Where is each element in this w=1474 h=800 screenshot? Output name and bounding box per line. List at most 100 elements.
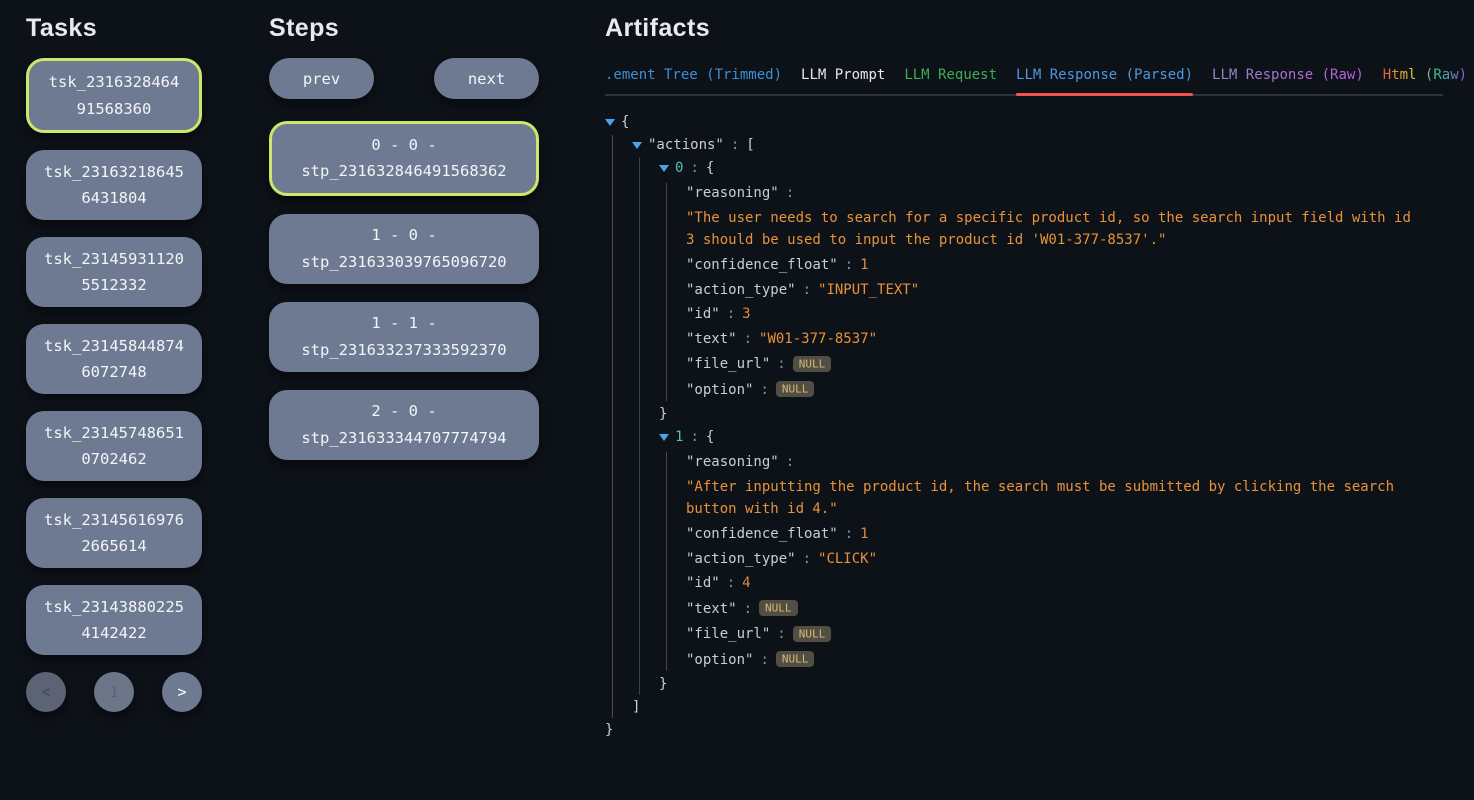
tree-key: "confidence_float": [686, 257, 838, 273]
tree-key: "action_type": [686, 551, 796, 567]
tree-property-line: "id":3: [686, 304, 1445, 325]
tree-colon: :: [744, 601, 752, 617]
pagination-page-button[interactable]: 1: [94, 672, 134, 712]
tree-close-bracket: }: [659, 676, 667, 692]
tree-null-badge: NULL: [759, 600, 798, 616]
tree-property-line: "file_url":NULL: [686, 353, 1445, 375]
tree-property-line: "action_type": "INPUT_TEXT": [686, 280, 1445, 301]
tree-close-line: ]: [632, 697, 1445, 718]
pagination-next-button[interactable]: >: [162, 672, 202, 712]
tasks-title: Tasks: [26, 14, 202, 43]
tree-key: "confidence_float": [686, 526, 838, 542]
tree-children: "actions":[0:{"reasoning":"The user need…: [612, 135, 1445, 718]
steps-panel: Steps prev next 0 - 0 - stp_231632846491…: [269, 0, 539, 478]
tab-ement-tree-trimmed[interactable]: .ement Tree (Trimmed): [605, 67, 782, 94]
tree-null-badge: NULL: [793, 356, 832, 372]
collapse-triangle-icon[interactable]: [632, 142, 642, 149]
step-button[interactable]: 2 - 0 - stp_231633344707774794: [269, 390, 539, 460]
steps-next-button[interactable]: next: [434, 58, 539, 99]
tree-property-line: "id":4: [686, 573, 1445, 594]
collapse-triangle-icon[interactable]: [659, 434, 669, 441]
tree-string-value: "After inputting the product id, the sea…: [686, 476, 1414, 520]
tree-null-badge: NULL: [793, 626, 832, 642]
tree-number-value: 4: [742, 575, 750, 591]
collapse-triangle-icon[interactable]: [605, 119, 615, 126]
tree-key: "actions": [648, 137, 724, 153]
tree-colon: :: [690, 160, 698, 176]
tree-open-bracket: {: [706, 160, 714, 176]
steps-nav-row: prev next: [269, 58, 539, 99]
tree-colon: :: [727, 306, 735, 322]
tree-key: "file_url": [686, 626, 770, 642]
steps-prev-button[interactable]: prev: [269, 58, 374, 99]
tree-colon: :: [690, 429, 698, 445]
tab-llm-response-raw[interactable]: LLM Response (Raw): [1212, 67, 1364, 94]
tree-key: "option": [686, 382, 753, 398]
tree-property-line: "text": NULL: [686, 598, 1445, 620]
step-list: 0 - 0 - stp_231632846491568362 1 - 0 - st…: [269, 121, 539, 460]
tree-node-line: {: [605, 112, 1445, 133]
step-button[interactable]: 1 - 1 - stp_231633237333592370: [269, 302, 539, 372]
tree-open-bracket: [: [746, 137, 754, 153]
task-button[interactable]: tsk_231438802254142422: [26, 585, 202, 655]
tree-close-bracket: }: [605, 722, 613, 738]
tree-colon: :: [845, 257, 853, 273]
tab-html-raw[interactable]: Html (Raw): [1383, 67, 1467, 94]
artifacts-tab-bar: .ement Tree (Trimmed) LLM Prompt LLM Reque…: [605, 67, 1443, 96]
step-button[interactable]: 0 - 0 - stp_231632846491568362: [269, 121, 539, 196]
steps-title: Steps: [269, 14, 539, 43]
task-button[interactable]: tsk_231458448746072748: [26, 324, 202, 394]
task-button[interactable]: tsk_231632846491568360: [26, 58, 202, 133]
tree-close-bracket: ]: [632, 699, 640, 715]
tree-index: 1: [675, 429, 683, 445]
tree-property-line: "text":"W01-377-8537": [686, 329, 1445, 350]
tree-number-value: 3: [742, 306, 750, 322]
tab-llm-request[interactable]: LLM Request: [904, 67, 997, 94]
task-button[interactable]: tsk_231457486510702462: [26, 411, 202, 481]
tree-key: "id": [686, 306, 720, 322]
tree-string-value: "INPUT_TEXT": [818, 282, 919, 298]
tree-key: "text": [686, 601, 737, 617]
tab-llm-prompt[interactable]: LLM Prompt: [801, 67, 885, 94]
tree-property-line: "reasoning":: [686, 183, 1445, 204]
tree-node-line: "actions":[: [632, 135, 1445, 156]
tree-key: "reasoning": [686, 185, 779, 201]
tree-property-line: "reasoning":: [686, 452, 1445, 473]
tree-property-line: "confidence_float":1: [686, 255, 1445, 276]
tree-key: "reasoning": [686, 454, 779, 470]
tree-open-bracket: {: [706, 429, 714, 445]
task-button[interactable]: tsk_231456169762665614: [26, 498, 202, 568]
tree-children: "reasoning": "The user needs to search fo…: [666, 183, 1445, 401]
tree-property-line: "file_url":NULL: [686, 623, 1445, 645]
task-button[interactable]: tsk_231459311205512332: [26, 237, 202, 307]
step-button[interactable]: 1 - 0 - stp_231633039765096720: [269, 214, 539, 284]
tree-close-line: }: [659, 404, 1445, 425]
tree-key: "option": [686, 652, 753, 668]
tree-colon: :: [786, 185, 794, 201]
tree-colon: :: [760, 652, 768, 668]
tab-llm-response-parsed[interactable]: LLM Response (Parsed): [1016, 67, 1193, 94]
tree-key: "text": [686, 331, 737, 347]
tasks-panel: Tasks tsk_231632846491568360 tsk_23163218…: [26, 0, 202, 712]
collapse-triangle-icon[interactable]: [659, 165, 669, 172]
tree-key: "action_type": [686, 282, 796, 298]
tree-property-line: "action_type":"CLICK": [686, 549, 1445, 570]
tree-string-value: "The user needs to search for a specific…: [686, 207, 1414, 251]
tree-colon: :: [760, 382, 768, 398]
tree-number-value: 1: [860, 526, 868, 542]
artifacts-panel: Artifacts .ement Tree (Trimmed)LLM Promp…: [605, 0, 1445, 743]
tree-string-value: "CLICK": [818, 551, 877, 567]
tree-close-line: }: [659, 674, 1445, 695]
tree-property-line: "option": NULL: [686, 649, 1445, 671]
tree-string-value: "W01-377-8537": [759, 331, 877, 347]
pagination-prev-button[interactable]: <: [26, 672, 66, 712]
task-list: tsk_231632846491568360 tsk_23163218645643…: [26, 58, 202, 655]
tree-null-badge: NULL: [776, 651, 815, 667]
tree-colon: :: [845, 526, 853, 542]
tree-open-bracket: {: [621, 114, 629, 130]
json-tree-viewer: {"actions":[0:{"reasoning":"The user nee…: [605, 112, 1445, 741]
tree-key: "id": [686, 575, 720, 591]
tree-colon: :: [803, 282, 811, 298]
task-button[interactable]: tsk_231632186456431804: [26, 150, 202, 220]
tasks-pagination: < 1 >: [26, 672, 202, 712]
